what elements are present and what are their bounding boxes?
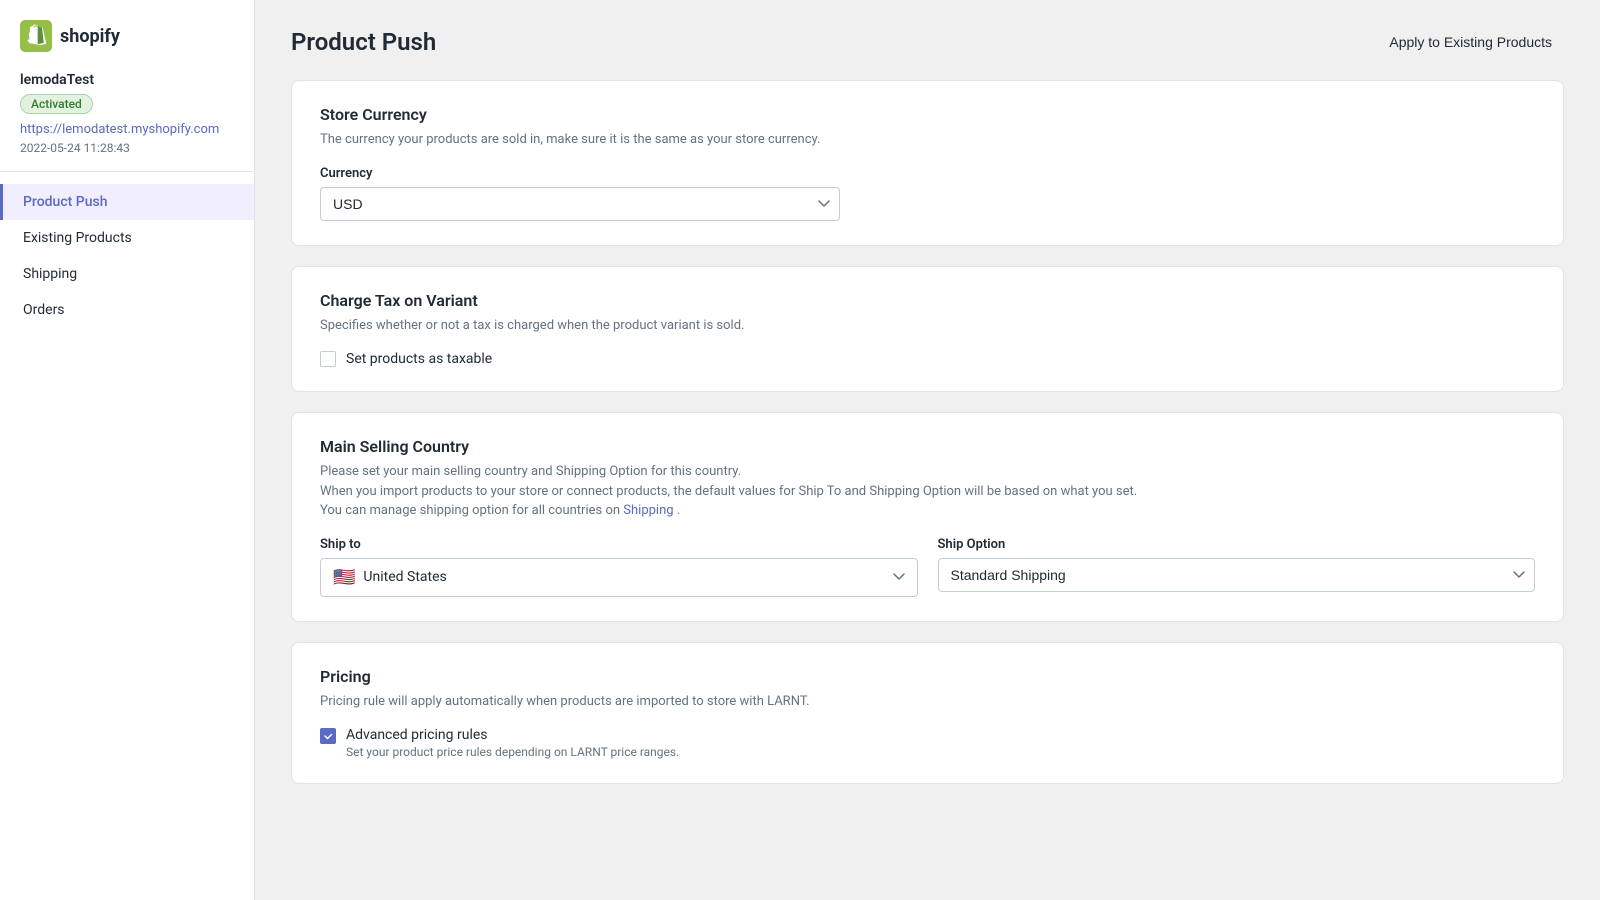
activated-badge: Activated — [20, 94, 93, 114]
main-selling-country-title: Main Selling Country — [320, 437, 1535, 456]
page-header: Product Push Apply to Existing Products — [291, 28, 1564, 56]
logo-text: shopify — [60, 26, 120, 47]
nav-label-product-push: Product Push — [23, 194, 107, 210]
ship-option-label: Ship Option — [938, 537, 1536, 552]
charge-tax-card: Charge Tax on Variant Specifies whether … — [291, 266, 1564, 393]
us-flag-icon: 🇺🇸 — [333, 567, 355, 588]
pricing-subtitle: Pricing rule will apply automatically wh… — [320, 692, 1535, 712]
ship-to-country-text: United States — [363, 569, 446, 585]
main-selling-country-desc: Please set your main selling country and… — [320, 462, 1535, 521]
store-currency-card: Store Currency The currency your product… — [291, 80, 1564, 246]
desc-line2: When you import products to your store o… — [320, 484, 1137, 499]
store-date: 2022-05-24 11:28:43 — [20, 141, 234, 155]
desc-line1: Please set your main selling country and… — [320, 464, 741, 479]
store-info: lemodaTest Activated https://lemodatest.… — [0, 72, 254, 172]
ship-to-select-wrapper[interactable]: 🇺🇸 United States — [320, 558, 918, 597]
taxable-checkbox-row: Set products as taxable — [320, 351, 1535, 367]
sidebar-logo: shopify — [0, 20, 254, 72]
ship-option-select-wrapper: Standard Shipping Express Shipping Econo… — [938, 558, 1536, 592]
ship-option-field: Ship Option Standard Shipping Express Sh… — [938, 537, 1536, 597]
pricing-label-block: Advanced pricing rules Set your product … — [346, 727, 679, 759]
ship-to-label: Ship to — [320, 537, 918, 552]
desc-line3-prefix: You can manage shipping option for all c… — [320, 503, 623, 518]
charge-tax-subtitle: Specifies whether or not a tax is charge… — [320, 316, 1535, 336]
shipping-link[interactable]: Shipping — [623, 503, 673, 518]
charge-tax-title: Charge Tax on Variant — [320, 291, 1535, 310]
shipping-grid: Ship to 🇺🇸 United States — [320, 537, 1535, 597]
shopify-icon — [20, 20, 52, 52]
ship-option-select[interactable]: Standard Shipping Express Shipping Econo… — [938, 558, 1536, 592]
ship-to-selected-value: 🇺🇸 United States — [333, 567, 447, 588]
desc-line3-suffix: . — [674, 503, 681, 518]
pricing-card: Pricing Pricing rule will apply automati… — [291, 642, 1564, 785]
sidebar-item-product-push[interactable]: Product Push — [0, 184, 254, 220]
ship-to-dropdown[interactable]: 🇺🇸 United States — [320, 558, 918, 597]
pricing-checkbox-row: Advanced pricing rules Set your product … — [320, 727, 1535, 759]
nav-label-existing-products: Existing Products — [23, 230, 132, 246]
pricing-title: Pricing — [320, 667, 1535, 686]
sidebar: shopify lemodaTest Activated https://lem… — [0, 0, 255, 900]
nav-label-shipping: Shipping — [23, 266, 77, 282]
currency-select-wrapper: USD EUR GBP CAD AUD — [320, 187, 840, 221]
taxable-checkbox[interactable] — [320, 351, 336, 367]
main-selling-country-card: Main Selling Country Please set your mai… — [291, 412, 1564, 622]
advanced-pricing-checkbox[interactable] — [320, 728, 336, 744]
advanced-pricing-label: Advanced pricing rules — [346, 727, 679, 743]
currency-label: Currency — [320, 166, 1535, 181]
apply-to-existing-button[interactable]: Apply to Existing Products — [1377, 28, 1564, 56]
currency-select[interactable]: USD EUR GBP CAD AUD — [320, 187, 840, 221]
store-currency-subtitle: The currency your products are sold in, … — [320, 130, 1535, 150]
page-title: Product Push — [291, 28, 436, 56]
store-url-link[interactable]: https://lemodatest.myshopify.com — [20, 122, 234, 137]
taxable-checkbox-label: Set products as taxable — [346, 351, 492, 367]
ship-to-field: Ship to 🇺🇸 United States — [320, 537, 918, 597]
advanced-pricing-sub: Set your product price rules depending o… — [346, 745, 679, 759]
nav-label-orders: Orders — [23, 302, 65, 318]
ship-to-chevron-icon — [893, 569, 905, 585]
store-name: lemodaTest — [20, 72, 234, 88]
sidebar-item-orders[interactable]: Orders — [0, 292, 254, 328]
sidebar-item-shipping[interactable]: Shipping — [0, 256, 254, 292]
main-content: Product Push Apply to Existing Products … — [255, 0, 1600, 900]
sidebar-nav: Product Push Existing Products Shipping … — [0, 172, 254, 340]
sidebar-item-existing-products[interactable]: Existing Products — [0, 220, 254, 256]
store-currency-title: Store Currency — [320, 105, 1535, 124]
